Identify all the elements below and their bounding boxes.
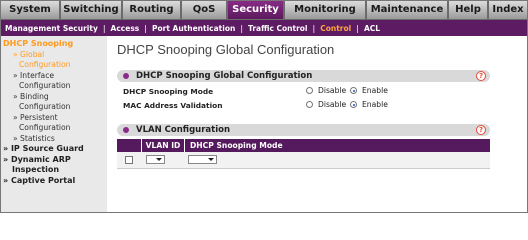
dhcp-snooping-mode-select[interactable]	[188, 155, 217, 164]
panel-bullet-icon	[123, 73, 129, 79]
subnav-management-security[interactable]: Management Security	[0, 24, 103, 33]
dhcp-mode-enable-radio[interactable]: Enable	[350, 86, 388, 95]
mac-address-validation-label: MAC Address Validation	[123, 101, 223, 110]
sidebar-item-binding[interactable]: » Binding	[0, 92, 107, 103]
tab-help[interactable]: Help	[448, 0, 488, 20]
sidebar-item-binding-configuration[interactable]: Configuration	[0, 102, 107, 113]
dhcp-mode-disable-radio[interactable]: Disable	[306, 86, 346, 95]
subnav-traffic-control[interactable]: Traffic Control	[243, 24, 312, 33]
subnav-acl[interactable]: ACL	[359, 24, 385, 33]
table-row	[117, 152, 490, 169]
radio-circle-selected[interactable]	[350, 101, 357, 108]
subnav-control[interactable]: Control	[315, 24, 356, 33]
page-title: DHCP Snooping Global Configuration	[117, 42, 335, 57]
column-header-dhcp-snooping-mode: DHCP Snooping Mode	[184, 139, 490, 152]
tab-routing[interactable]: Routing	[122, 0, 181, 20]
sidebar-section-dhcp-snooping[interactable]: DHCP Snooping	[0, 39, 107, 50]
sidebar-item-global-configuration[interactable]: Configuration	[0, 60, 107, 71]
tab-monitoring[interactable]: Monitoring	[284, 0, 366, 20]
sub-navigation: Management Security | Access | Port Auth…	[0, 20, 528, 36]
chevron-down-icon	[208, 158, 214, 161]
sidebar-label: Dynamic ARP	[10, 154, 71, 164]
tab-index[interactable]: Index	[488, 0, 528, 20]
sidebar-item-interface-configuration[interactable]: Configuration	[0, 81, 107, 92]
radio-label: Disable	[318, 100, 347, 109]
radio-circle-selected[interactable]	[350, 87, 357, 94]
tab-system[interactable]: System	[0, 0, 60, 20]
mac-validation-enable-radio[interactable]: Enable	[350, 100, 388, 109]
tab-security[interactable]: Security	[227, 0, 284, 20]
panel-title: VLAN Configuration	[136, 125, 231, 135]
dhcp-snooping-mode-label: DHCP Snooping Mode	[123, 87, 214, 96]
sidebar-item-interface[interactable]: » Interface	[0, 71, 107, 82]
panel-bullet-icon	[123, 127, 129, 133]
vlan-id-select[interactable]	[146, 155, 165, 164]
vlan-config-table: VLAN ID DHCP Snooping Mode	[117, 139, 490, 169]
panel-header-vlan-config: VLAN Configuration ?	[117, 124, 490, 136]
top-navigation: System Switching Routing QoS Security Mo…	[0, 0, 528, 20]
sidebar-item-global[interactable]: » Global	[0, 50, 107, 61]
radio-label: Enable	[362, 86, 388, 95]
help-icon[interactable]: ?	[476, 125, 486, 135]
radio-label: Enable	[362, 100, 388, 109]
sidebar-section-ip-source-guard[interactable]: » IP Source Guard	[0, 144, 107, 155]
table-header: VLAN ID DHCP Snooping Mode	[117, 139, 490, 152]
radio-label: Disable	[318, 86, 347, 95]
help-icon[interactable]: ?	[476, 71, 486, 81]
sidebar-item-persistent-configuration[interactable]: Configuration	[0, 123, 107, 134]
tab-maintenance[interactable]: Maintenance	[366, 0, 448, 20]
subnav-access[interactable]: Access	[106, 24, 145, 33]
sidebar-item-statistics[interactable]: » Statistics	[0, 134, 107, 145]
chevron-down-icon	[156, 158, 162, 161]
panel-header-global-config: DHCP Snooping Global Configuration ?	[117, 70, 490, 82]
sidebar-label: Captive Portal	[10, 175, 76, 185]
tab-switching[interactable]: Switching	[60, 0, 122, 20]
sidebar-item-persistent[interactable]: » Persistent	[0, 113, 107, 124]
radio-circle[interactable]	[306, 87, 313, 94]
sidebar-label: IP Source Guard	[10, 144, 84, 153]
radio-circle[interactable]	[306, 101, 313, 108]
sidebar-section-inspection[interactable]: Inspection	[0, 165, 107, 176]
column-header-vlan-id: VLAN ID	[141, 139, 184, 152]
mac-validation-disable-radio[interactable]: Disable	[306, 100, 346, 109]
row-select-checkbox[interactable]	[125, 156, 133, 164]
sidebar-section-captive-portal[interactable]: » Captive Portal	[0, 176, 107, 187]
sidebar-section-dynamic-arp[interactable]: » Dynamic ARP	[0, 155, 107, 166]
header-checkbox-column	[117, 139, 141, 152]
panel-title: DHCP Snooping Global Configuration	[136, 71, 313, 81]
sidebar: DHCP Snooping » Global Configuration » I…	[0, 36, 107, 213]
tab-qos[interactable]: QoS	[181, 0, 227, 20]
subnav-port-authentication[interactable]: Port Authentication	[147, 24, 240, 33]
